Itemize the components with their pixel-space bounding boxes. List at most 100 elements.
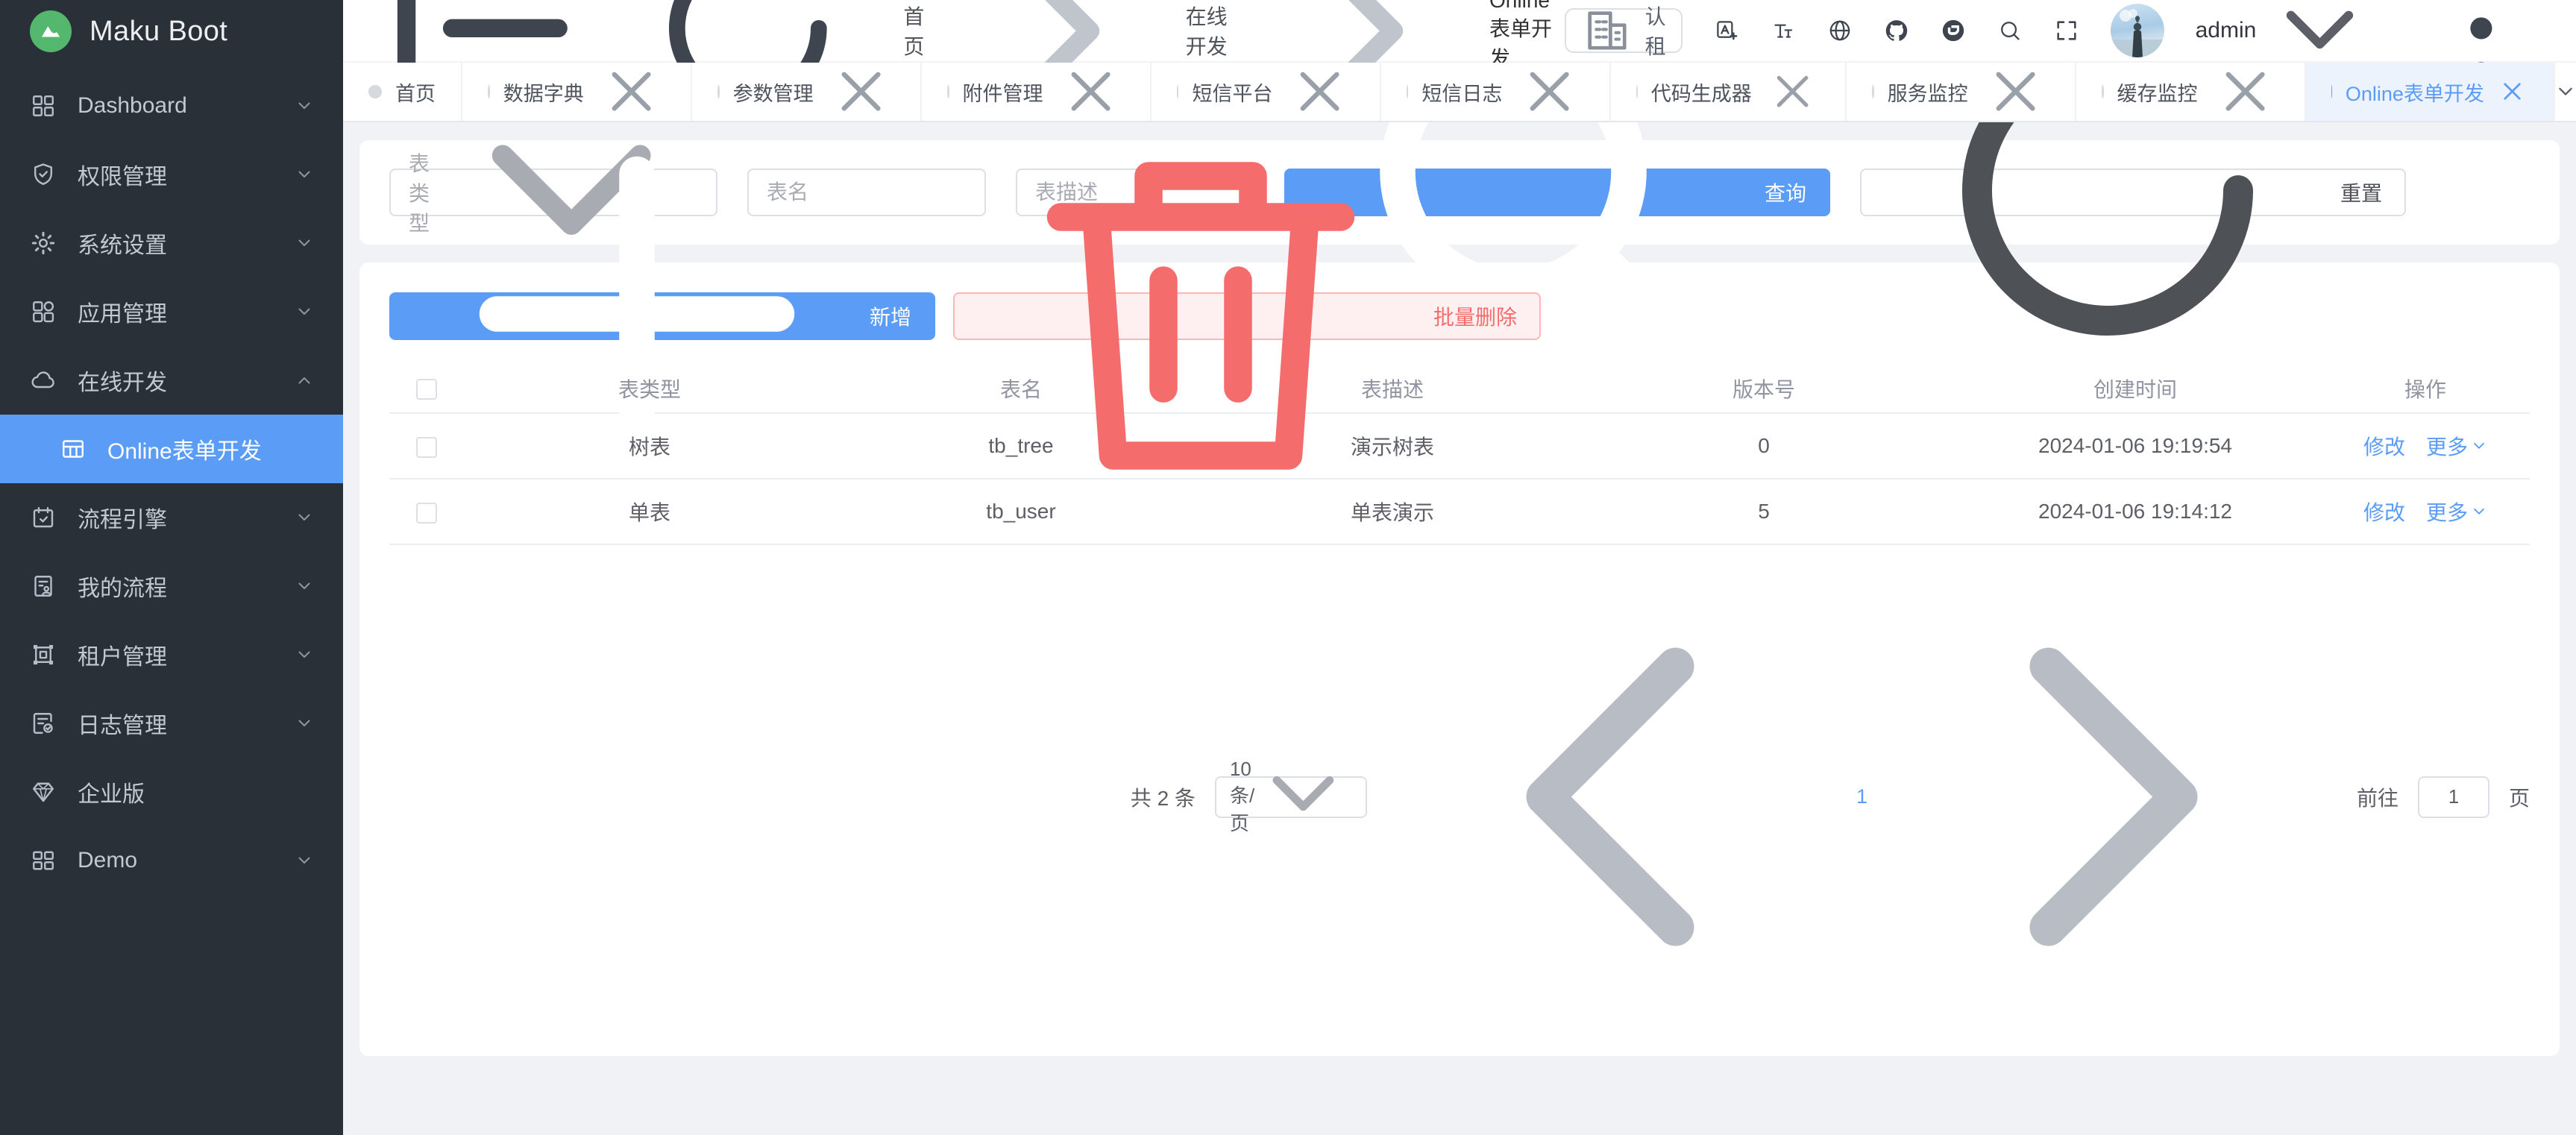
apps-icon	[30, 298, 57, 325]
tab-overflow-button[interactable]	[2554, 63, 2576, 121]
edit-link[interactable]: 修改	[2363, 431, 2405, 461]
tenant-select[interactable]: 默认租户	[1565, 8, 1683, 53]
globe-button[interactable]	[1827, 18, 1853, 43]
table-icon	[60, 436, 87, 462]
close-icon[interactable]	[827, 57, 895, 125]
close-icon[interactable]	[1982, 57, 2049, 125]
tab-dot	[2331, 85, 2332, 98]
close-icon[interactable]	[2498, 77, 2527, 106]
plus-icon	[413, 122, 861, 543]
sidebar-item-label: 流程引擎	[78, 501, 295, 534]
page-size-select[interactable]: 10条/页	[1215, 776, 1367, 818]
current-page[interactable]: 1	[1853, 785, 1870, 808]
add-button[interactable]: 新增	[389, 292, 935, 340]
tab-代码生成器[interactable]: 代码生成器	[1611, 63, 1847, 121]
tab-label: 缓存监控	[2117, 78, 2198, 107]
row-checkbox[interactable]	[416, 503, 437, 524]
sidebar-item-label: 企业版	[78, 776, 313, 808]
sidebar-item-应用管理[interactable]: 应用管理	[0, 277, 343, 346]
select-all-checkbox[interactable]	[416, 379, 437, 400]
sidebar-item-权限管理[interactable]: 权限管理	[0, 140, 343, 209]
sidebar-item-流程引擎[interactable]: 流程引擎	[0, 483, 343, 552]
page-size-value: 10条/页	[1230, 758, 1254, 836]
edit-link[interactable]: 修改	[2363, 497, 2405, 526]
close-icon[interactable]	[597, 57, 665, 125]
sidebar-item-企业版[interactable]: 企业版	[0, 758, 343, 826]
breadcrumb-item[interactable]: 在线开发	[1186, 1, 1229, 60]
tab-短信日志[interactable]: 短信日志	[1381, 63, 1611, 121]
translate-button[interactable]	[1714, 18, 1739, 43]
chevron-down-icon	[295, 577, 313, 595]
github-icon	[1884, 18, 1909, 43]
app-title: Maku Boot	[89, 16, 227, 48]
row-checkbox[interactable]	[416, 437, 437, 458]
sidebar-item-label: 日志管理	[78, 707, 295, 740]
tab-短信平台[interactable]: 短信平台	[1152, 63, 1381, 121]
close-icon[interactable]	[1765, 64, 1820, 119]
gitee-button[interactable]	[1941, 18, 1966, 43]
close-icon[interactable]	[1515, 57, 1583, 125]
chevron-down-icon	[295, 166, 313, 183]
sidebar-item-Dashboard[interactable]: Dashboard	[0, 72, 343, 140]
batch-delete-button[interactable]: 批量删除	[953, 292, 1541, 340]
goto-page-input[interactable]	[2418, 776, 2489, 818]
sidebar-item-日志管理[interactable]: 日志管理	[0, 689, 343, 758]
tabbar: 首页 数据字典 参数管理 附件管理 短信平台 短信日志 代码生成器服务监控 缓存监控 Onlin…	[343, 63, 2576, 122]
shield-check-icon	[30, 161, 57, 188]
doc-check-icon	[30, 710, 57, 737]
cloud-icon	[30, 367, 57, 394]
tab-参数管理[interactable]: 参数管理	[692, 63, 922, 121]
tab-label: 短信平台	[1192, 78, 1272, 107]
user-name: admin	[2196, 18, 2257, 43]
fullscreen-button[interactable]	[2054, 18, 2079, 43]
add-button-label: 新增	[870, 301, 911, 331]
tab-缓存监控[interactable]: 缓存监控	[2076, 63, 2306, 121]
tab-label: 短信日志	[1421, 78, 1502, 107]
tab-附件管理[interactable]: 附件管理	[922, 63, 1152, 121]
close-icon[interactable]	[1057, 57, 1125, 125]
header: 首页在线开发Online表单开发 默认租户	[343, 0, 2576, 63]
tab-Online表单开发[interactable]: Online表单开发	[2306, 63, 2554, 121]
sidebar-menu: Dashboard权限管理系统设置应用管理在线开发Online表单开发流程引擎我…	[0, 72, 343, 1135]
search-button[interactable]	[1997, 18, 2023, 43]
sidebar-item-在线开发[interactable]: 在线开发	[0, 346, 343, 415]
tab-label: 参数管理	[733, 78, 814, 107]
page-unit-label: 页	[2509, 782, 2530, 812]
translate-icon	[1714, 18, 1739, 43]
sidebar-item-系统设置[interactable]: 系统设置	[0, 209, 343, 277]
chevron-down-icon	[295, 509, 313, 526]
sidebar-item-租户管理[interactable]: 租户管理	[0, 620, 343, 689]
close-icon[interactable]	[1286, 57, 1354, 125]
tab-dot	[1872, 85, 1874, 98]
grid-icon	[30, 847, 57, 874]
tab-dot	[1407, 85, 1409, 98]
github-button[interactable]	[1884, 18, 1909, 43]
pagination-total: 共 2 条	[1131, 782, 1196, 812]
header-icon-buttons	[1714, 18, 2079, 43]
chevron-down-icon	[295, 234, 313, 252]
tab-服务监控[interactable]: 服务监控	[1847, 63, 2076, 121]
reset-button[interactable]: 重置	[1860, 169, 2406, 216]
tab-数据字典[interactable]: 数据字典	[462, 63, 692, 121]
chevron-down-icon	[295, 646, 313, 664]
search-button-label: 查询	[1765, 177, 1806, 207]
next-page-button[interactable]	[1890, 570, 2337, 1023]
prev-page-button[interactable]	[1386, 570, 1834, 1023]
reset-button-label: 重置	[2340, 177, 2382, 207]
more-link[interactable]: 更多	[2426, 497, 2487, 526]
search-icon	[1997, 18, 2023, 43]
tab-首页[interactable]: 首页	[343, 63, 462, 121]
chevron-down-icon	[1254, 746, 1352, 849]
gem-icon	[30, 779, 57, 805]
more-link[interactable]: 更多	[2426, 431, 2487, 461]
gitee-icon	[1941, 18, 1966, 43]
cell-created-time: 2024-01-06 19:14:12	[1950, 479, 2321, 544]
sidebar-item-我的流程[interactable]: 我的流程	[0, 552, 343, 620]
sidebar-item-Demo[interactable]: Demo	[0, 826, 343, 895]
avatar[interactable]	[2111, 4, 2164, 57]
breadcrumb-item[interactable]: 首页	[903, 1, 925, 60]
font-size-button[interactable]	[1771, 18, 1796, 43]
tab-label: 数据字典	[503, 78, 584, 107]
close-icon[interactable]	[2211, 57, 2279, 125]
sidebar-item-Online表单开发[interactable]: Online表单开发	[0, 415, 343, 483]
